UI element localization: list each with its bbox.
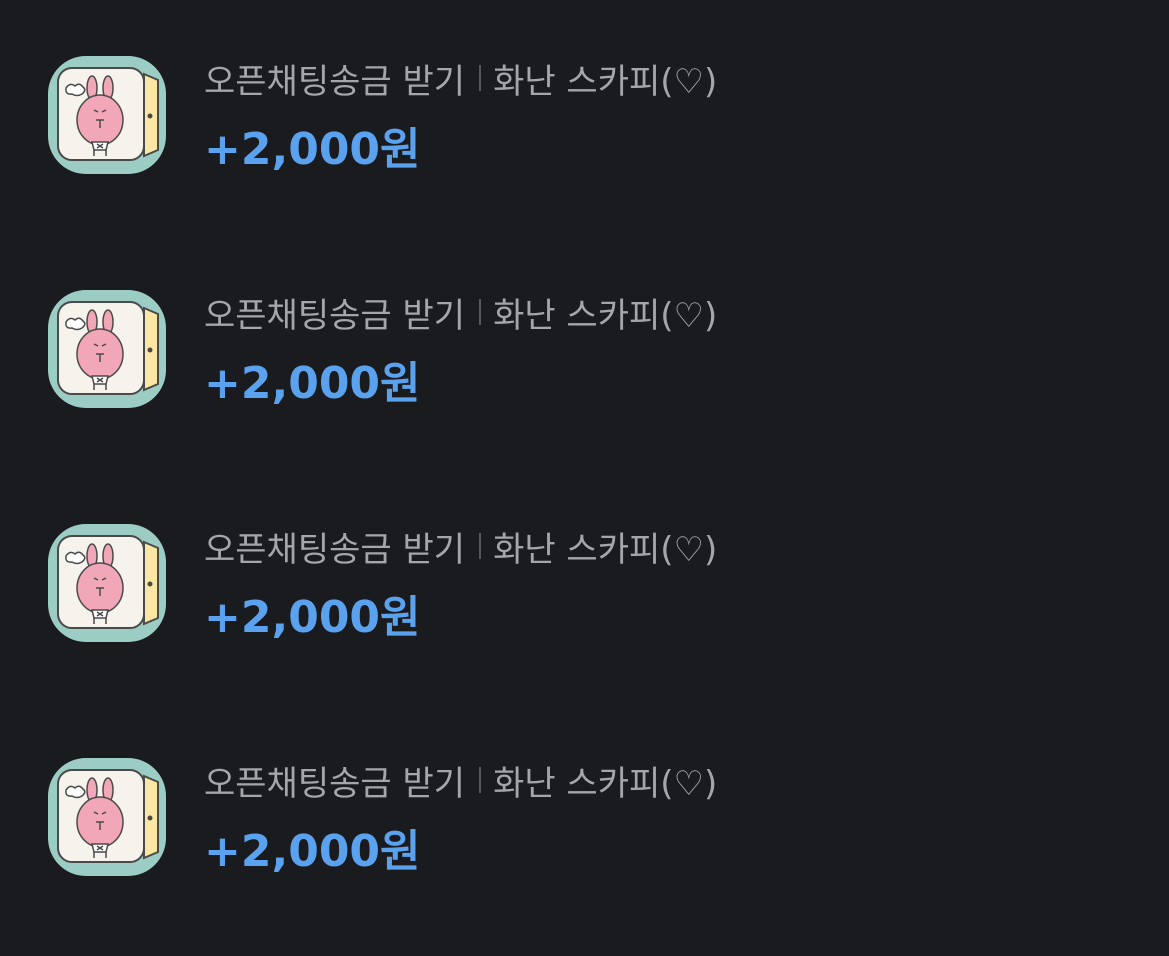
- sender-name: 화난 스카피(♡): [493, 61, 718, 102]
- sender-name: 화난 스카피(♡): [493, 763, 718, 804]
- transaction-type: 오픈채팅송금 받기: [204, 61, 466, 102]
- transaction-meta: 오픈채팅송금 받기 화난 스카피(♡): [204, 524, 718, 570]
- transaction-row[interactable]: 오픈채팅송금 받기 화난 스카피(♡) +2,000원: [0, 288, 1169, 488]
- transaction-row[interactable]: 오픈채팅송금 받기 화난 스카피(♡) +2,000원: [0, 756, 1169, 956]
- transaction-amount: +2,000원: [204, 124, 421, 175]
- separator: [479, 299, 482, 325]
- transaction-type: 오픈채팅송금 받기: [204, 295, 466, 336]
- transaction-row[interactable]: 오픈채팅송금 받기 화난 스카피(♡) +2,000원: [0, 522, 1169, 722]
- transaction-amount: +2,000원: [204, 826, 421, 877]
- transaction-type: 오픈채팅송금 받기: [204, 529, 466, 570]
- pink-bunny-door-icon: [46, 288, 168, 410]
- pink-bunny-door-icon: [46, 522, 168, 644]
- sender-name: 화난 스카피(♡): [493, 529, 718, 570]
- transaction-amount: +2,000원: [204, 358, 421, 409]
- separator: [479, 533, 482, 559]
- sender-name: 화난 스카피(♡): [493, 295, 718, 336]
- separator: [479, 65, 482, 91]
- transaction-list: 오픈채팅송금 받기 화난 스카피(♡) +2,000원 오픈채팅송금 받기 화난…: [0, 0, 1169, 936]
- separator: [479, 767, 482, 793]
- transaction-row[interactable]: 오픈채팅송금 받기 화난 스카피(♡) +2,000원: [0, 54, 1169, 254]
- pink-bunny-door-icon: [46, 54, 168, 176]
- transaction-type: 오픈채팅송금 받기: [204, 763, 466, 804]
- transaction-meta: 오픈채팅송금 받기 화난 스카피(♡): [204, 290, 718, 336]
- transaction-meta: 오픈채팅송금 받기 화난 스카피(♡): [204, 56, 718, 102]
- transaction-meta: 오픈채팅송금 받기 화난 스카피(♡): [204, 758, 718, 804]
- pink-bunny-door-icon: [46, 756, 168, 878]
- transaction-amount: +2,000원: [204, 592, 421, 643]
